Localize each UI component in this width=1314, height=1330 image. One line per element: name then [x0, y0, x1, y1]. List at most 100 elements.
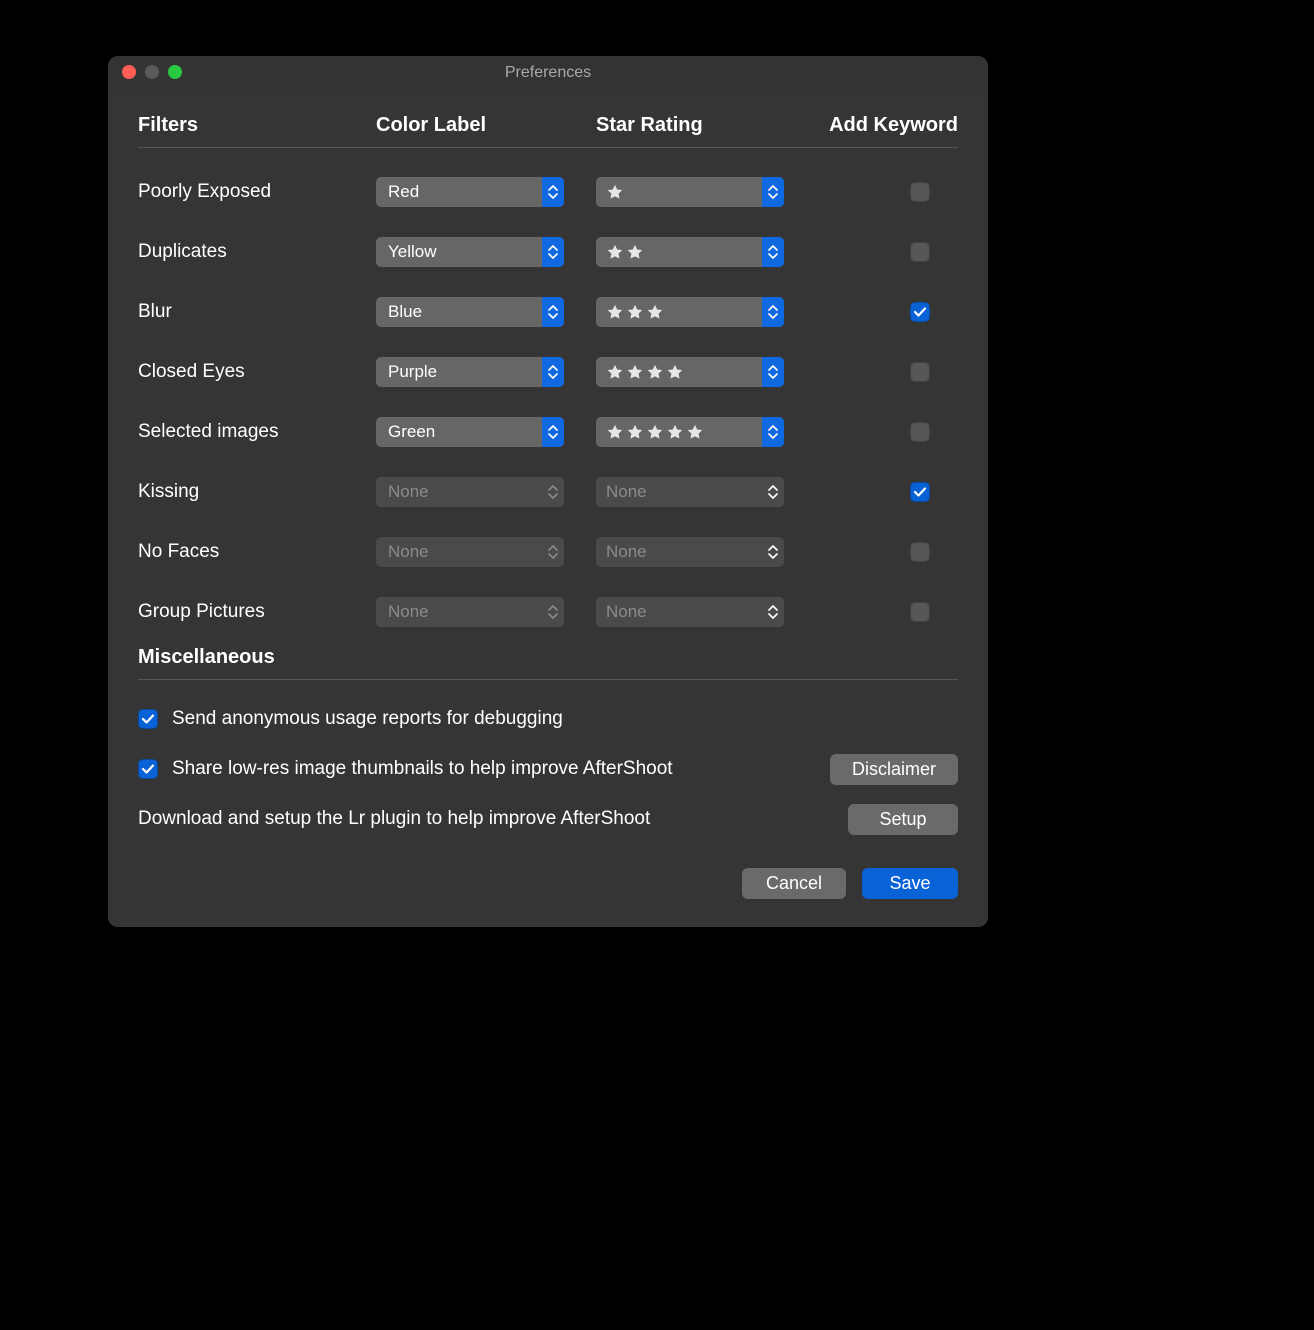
filter-row: Duplicates Yellow	[138, 222, 958, 282]
disclaimer-button[interactable]: Disclaimer	[830, 754, 958, 785]
titlebar: Preferences	[108, 56, 988, 90]
star-icon	[626, 423, 644, 441]
star-icon	[606, 423, 624, 441]
star-icon	[626, 243, 644, 261]
star-icon	[606, 363, 624, 381]
star-rating-select[interactable]: None	[596, 597, 784, 627]
filter-name: Poorly Exposed	[138, 181, 376, 203]
window-controls	[122, 65, 182, 79]
color-label-value: Yellow	[388, 242, 437, 262]
anon-reports-checkbox[interactable]	[138, 709, 158, 729]
save-button[interactable]: Save	[862, 868, 958, 899]
filter-name: Group Pictures	[138, 601, 376, 623]
filter-row: Selected imagesGreen	[138, 402, 958, 462]
star-icon	[686, 423, 704, 441]
color-label-value: Blue	[388, 302, 422, 322]
star-rating-value: None	[606, 542, 647, 562]
misc-section-title: Miscellaneous	[138, 646, 958, 669]
add-keyword-checkbox[interactable]	[910, 182, 930, 202]
zoom-button[interactable]	[168, 65, 182, 79]
filter-name: Duplicates	[138, 241, 376, 263]
chevron-up-down-icon	[546, 483, 560, 501]
setup-button[interactable]: Setup	[848, 804, 958, 835]
filter-row: Closed EyesPurple	[138, 342, 958, 402]
cancel-button[interactable]: Cancel	[742, 868, 846, 899]
add-keyword-checkbox[interactable]	[910, 362, 930, 382]
dialog-footer: Cancel Save	[138, 868, 958, 899]
anon-reports-label: Send anonymous usage reports for debuggi…	[172, 708, 563, 730]
header-filters: Filters	[138, 114, 376, 137]
chevron-up-down-icon	[766, 183, 780, 201]
filter-name: Closed Eyes	[138, 361, 376, 383]
chevron-up-down-icon	[546, 303, 560, 321]
minimize-button[interactable]	[145, 65, 159, 79]
star-icon	[606, 183, 624, 201]
add-keyword-checkbox[interactable]	[910, 242, 930, 262]
add-keyword-checkbox[interactable]	[910, 302, 930, 322]
chevron-up-down-icon	[766, 543, 780, 561]
color-label-select[interactable]: Green	[376, 417, 564, 447]
filters-header-row: Filters Color Label Star Rating Add Keyw…	[138, 114, 958, 147]
color-label-value: Green	[388, 422, 435, 442]
color-label-value: None	[388, 602, 429, 622]
star-icon	[646, 303, 664, 321]
star-rating-value: None	[606, 602, 647, 622]
header-color-label: Color Label	[376, 114, 596, 137]
star-rating-select[interactable]	[596, 297, 784, 327]
chevron-up-down-icon	[766, 423, 780, 441]
color-label-value: None	[388, 482, 429, 502]
preferences-window: Preferences Filters Color Label Star Rat…	[108, 56, 988, 927]
star-rating-select[interactable]	[596, 357, 784, 387]
chevron-up-down-icon	[546, 423, 560, 441]
chevron-up-down-icon	[546, 543, 560, 561]
star-rating-select[interactable]: None	[596, 537, 784, 567]
star-icon	[646, 363, 664, 381]
filter-row: Blur Blue	[138, 282, 958, 342]
chevron-up-down-icon	[546, 363, 560, 381]
color-label-select[interactable]: Yellow	[376, 237, 564, 267]
close-button[interactable]	[122, 65, 136, 79]
color-label-select[interactable]: Blue	[376, 297, 564, 327]
filter-name: Kissing	[138, 481, 376, 503]
add-keyword-checkbox[interactable]	[910, 422, 930, 442]
share-thumbs-label: Share low-res image thumbnails to help i…	[172, 758, 673, 780]
star-rating-value	[606, 423, 704, 441]
star-rating-select[interactable]: None	[596, 477, 784, 507]
header-star-rating: Star Rating	[596, 114, 826, 137]
star-rating-value	[606, 363, 684, 381]
header-add-keyword: Add Keyword	[826, 114, 958, 137]
star-rating-value	[606, 183, 624, 201]
color-label-select[interactable]: None	[376, 597, 564, 627]
color-label-select[interactable]: Purple	[376, 357, 564, 387]
filter-row: No FacesNoneNone	[138, 522, 958, 582]
filter-row: Group Pictures None None	[138, 582, 958, 642]
add-keyword-checkbox[interactable]	[910, 602, 930, 622]
misc-share-thumbs-row: Share low-res image thumbnails to help i…	[138, 744, 958, 794]
filter-name: Blur	[138, 301, 376, 323]
star-rating-select[interactable]	[596, 237, 784, 267]
star-rating-select[interactable]	[596, 177, 784, 207]
star-rating-value	[606, 303, 664, 321]
star-rating-select[interactable]	[596, 417, 784, 447]
share-thumbs-checkbox[interactable]	[138, 759, 158, 779]
star-icon	[666, 423, 684, 441]
divider	[138, 147, 958, 148]
star-icon	[626, 363, 644, 381]
color-label-select[interactable]: None	[376, 537, 564, 567]
divider	[138, 679, 958, 680]
star-rating-value: None	[606, 482, 647, 502]
lr-plugin-label: Download and setup the Lr plugin to help…	[138, 808, 650, 830]
color-label-select[interactable]: Red	[376, 177, 564, 207]
color-label-value: Red	[388, 182, 419, 202]
chevron-up-down-icon	[546, 243, 560, 261]
star-rating-value	[606, 243, 644, 261]
filter-row: Poorly Exposed Red	[138, 162, 958, 222]
filter-row: Kissing None None	[138, 462, 958, 522]
filter-name: No Faces	[138, 541, 376, 563]
star-icon	[606, 303, 624, 321]
chevron-up-down-icon	[766, 483, 780, 501]
add-keyword-checkbox[interactable]	[910, 482, 930, 502]
color-label-select[interactable]: None	[376, 477, 564, 507]
chevron-up-down-icon	[766, 603, 780, 621]
add-keyword-checkbox[interactable]	[910, 542, 930, 562]
